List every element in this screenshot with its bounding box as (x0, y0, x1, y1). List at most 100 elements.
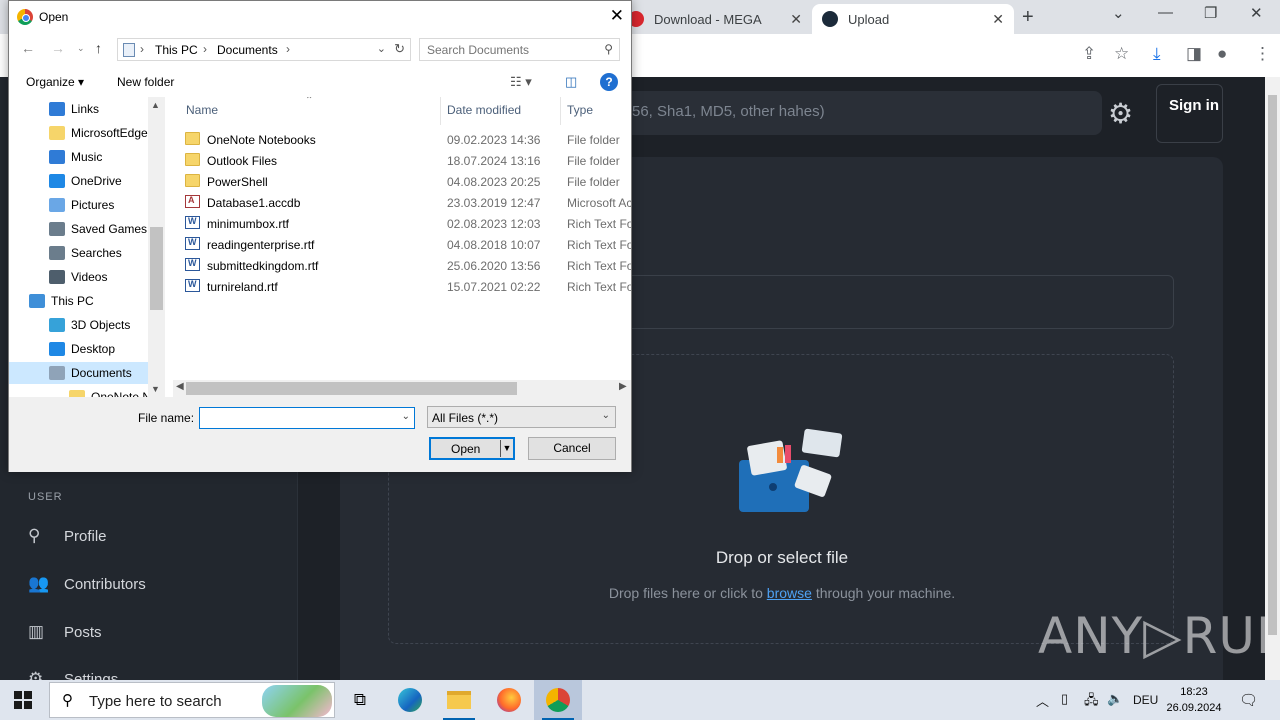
tab-upload[interactable]: Upload ✕ (812, 4, 1014, 34)
navigation-tree[interactable]: Links MicrosoftEdge Music OneDrive Pictures S… (9, 97, 148, 397)
chrome-taskbar-icon[interactable] (534, 680, 582, 720)
scrollbar-thumb[interactable] (186, 382, 517, 395)
search-documents-input[interactable] (427, 40, 597, 60)
firefox-icon[interactable] (485, 680, 533, 720)
tree-item[interactable]: MicrosoftEdge (9, 122, 148, 144)
sign-in-button[interactable]: Sign in (1156, 84, 1223, 143)
notifications-icon[interactable]: 🗨 (1239, 691, 1258, 709)
tab-download-mega[interactable]: Download - MEGA ✕ (618, 4, 812, 34)
restore-icon[interactable]: ❐ (1204, 4, 1217, 22)
address-dropdown-icon[interactable]: ⌄ (377, 42, 386, 55)
file-row[interactable]: OneNote Notebooks 09.02.2023 14:36 File fo… (183, 129, 631, 150)
preview-pane-icon[interactable]: ◫ (565, 74, 577, 90)
file-row[interactable]: Database1.accdb 23.03.2019 12:47 Microsoft… (183, 192, 631, 213)
back-arrow-icon[interactable]: ← (21, 40, 35, 56)
file-row[interactable]: Outlook Files 18.07.2024 13:16 File folder (183, 150, 631, 171)
column-header-date[interactable]: Date modified (447, 103, 521, 117)
gear-icon[interactable]: ⚙ (1108, 97, 1133, 130)
tray-chevron-icon[interactable]: ︿ (1036, 691, 1049, 710)
tree-scrollbar[interactable]: ▲ ▼ (148, 97, 165, 397)
minimize-icon[interactable]: — (1158, 4, 1173, 21)
language-indicator[interactable]: DEU (1133, 693, 1158, 707)
file-name-input[interactable] (203, 409, 393, 427)
new-tab-button[interactable]: + (1022, 6, 1034, 29)
scroll-left-icon[interactable]: ◀ (176, 381, 184, 392)
sidebar-item-contributors[interactable]: 👥 Contributors (28, 574, 146, 594)
side-panel-icon[interactable]: ◨ (1186, 44, 1202, 64)
window-close-icon[interactable]: ✕ (1250, 4, 1263, 22)
tree-item[interactable]: Videos (9, 266, 148, 288)
file-row[interactable]: minimumbox.rtf 02.08.2023 12:03 Rich Text … (183, 213, 631, 234)
tree-item[interactable]: Links (9, 98, 148, 120)
new-folder-button[interactable]: New folder (117, 75, 174, 89)
file-explorer-icon[interactable] (435, 680, 483, 720)
scrollbar-thumb[interactable] (150, 227, 163, 310)
close-tab-icon[interactable]: ✕ (992, 11, 1004, 28)
up-arrow-icon[interactable]: ↑ (95, 40, 102, 56)
column-divider[interactable] (440, 97, 441, 125)
share-icon[interactable]: ⇪ (1082, 44, 1096, 64)
volume-icon[interactable]: 🔈 (1107, 691, 1123, 707)
file-name-field[interactable]: ⌄ (199, 407, 415, 429)
sidebar-item-posts[interactable]: ▥ Posts (28, 622, 102, 642)
tree-item[interactable]: Saved Games (9, 218, 148, 240)
search-documents-field[interactable]: ⚲ (419, 38, 620, 61)
forward-arrow-icon[interactable]: → (51, 40, 65, 56)
menu-kebab-icon[interactable]: ⋮ (1254, 44, 1271, 64)
tab-search-chevron-icon[interactable]: ⌄ (1112, 4, 1125, 22)
file-type: Microsoft Ac (567, 196, 631, 210)
sidebar-item-label: Profile (64, 527, 107, 545)
view-options-icon[interactable]: ☷ ▾ (510, 74, 532, 90)
recent-locations-chevron-icon[interactable]: ⌄ (77, 43, 85, 54)
tree-item[interactable]: Desktop (9, 338, 148, 360)
taskbar-clock[interactable]: 18:23 26.09.2024 (1164, 684, 1224, 716)
windows-start-icon[interactable] (14, 691, 32, 709)
cancel-button[interactable]: Cancel (528, 437, 616, 460)
tree-item[interactable]: Documents (9, 362, 148, 384)
file-list-hscrollbar[interactable]: ◀ ▶ (173, 380, 631, 397)
profile-avatar-icon[interactable]: ● (1217, 44, 1227, 64)
open-split-dropdown-icon[interactable]: ▼ (500, 440, 513, 457)
edge-icon[interactable] (386, 680, 434, 720)
taskbar-search-box[interactable]: ⚲ Type here to search (49, 682, 335, 718)
bookmark-star-icon[interactable]: ☆ (1114, 44, 1129, 64)
file-row[interactable]: submittedkingdom.rtf 25.06.2020 13:56 Rich… (183, 255, 631, 276)
organize-menu[interactable]: Organize ▾ (26, 75, 84, 89)
column-divider[interactable] (560, 97, 561, 125)
tree-item[interactable]: Searches (9, 242, 148, 264)
tree-item[interactable]: Music (9, 146, 148, 168)
scroll-right-icon[interactable]: ▶ (619, 381, 627, 392)
task-view-icon[interactable]: ⧉ (336, 680, 384, 720)
tree-item[interactable]: 3D Objects (9, 314, 148, 336)
download-icon[interactable]: ⤓ (1153, 44, 1161, 64)
scroll-up-icon[interactable]: ▲ (151, 100, 160, 110)
tree-item[interactable]: This PC (9, 290, 148, 312)
help-icon[interactable]: ? (600, 73, 618, 91)
breadcrumb-documents[interactable]: Documents (217, 43, 278, 57)
scroll-down-icon[interactable]: ▼ (151, 384, 160, 394)
sidebar-item-settings[interactable]: ⚙ Settings (28, 669, 118, 680)
address-bar[interactable]: › This PC › Documents › ⌄ ↻ (117, 38, 411, 61)
file-name-dropdown-icon[interactable]: ⌄ (402, 411, 410, 422)
tree-item[interactable]: Pictures (9, 194, 148, 216)
device-icon[interactable]: ▯ (1061, 691, 1068, 707)
file-type-select[interactable]: All Files (*.*) ⌄ (427, 406, 616, 428)
hash-search-input[interactable]: 56, Sha1, MD5, other hahes) (560, 91, 1102, 135)
scrollbar-thumb[interactable] (1268, 95, 1277, 635)
breadcrumb-this-pc[interactable]: This PC (155, 43, 198, 57)
page-scrollbar[interactable] (1265, 77, 1280, 680)
file-row[interactable]: readingenterprise.rtf 04.08.2018 10:07 Ric… (183, 234, 631, 255)
open-button[interactable]: Open ▼ (429, 437, 515, 460)
network-icon[interactable]: 🖧 (1084, 691, 1099, 713)
column-header-name[interactable]: Name (186, 103, 218, 117)
file-row[interactable]: PowerShell 04.08.2023 20:25 File folder (183, 171, 631, 192)
tree-item[interactable]: OneDrive (9, 170, 148, 192)
refresh-icon[interactable]: ↻ (394, 41, 405, 57)
tree-item[interactable]: OneNote Not (9, 386, 148, 397)
column-header-type[interactable]: Type (567, 103, 593, 117)
sidebar-item-profile[interactable]: ⚲ Profile (28, 526, 107, 546)
file-row[interactable]: turnireland.rtf 15.07.2021 02:22 Rich Text… (183, 276, 631, 297)
close-tab-icon[interactable]: ✕ (790, 11, 802, 28)
dialog-close-icon[interactable]: ✕ (610, 6, 624, 26)
browse-link[interactable]: browse (767, 585, 812, 601)
